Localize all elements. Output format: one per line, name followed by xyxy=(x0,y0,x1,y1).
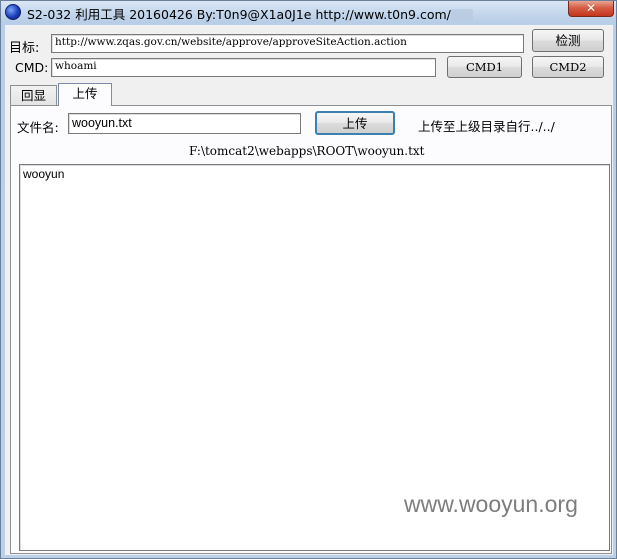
minimize-button[interactable] xyxy=(451,9,473,21)
upload-path: F:\tomcat2\webapps\ROOT\wooyun.txt xyxy=(189,144,425,158)
detect-button[interactable]: 检测 xyxy=(532,29,604,52)
upload-button[interactable]: 上传 xyxy=(315,111,395,135)
close-button[interactable]: ✕ xyxy=(568,1,614,17)
upload-tab-panel: 文件名: wooyun.txt 上传 上传至上级目录自行../../ F:\to… xyxy=(10,105,612,554)
output-text: wooyun xyxy=(23,167,65,181)
filename-label: 文件名: xyxy=(17,120,59,135)
window-title: S2-032 利用工具 20160426 By:T0n9@X1a0J1e htt… xyxy=(27,7,451,22)
tab-echo[interactable]: 回显 xyxy=(10,85,57,106)
app-icon xyxy=(5,4,21,20)
target-label: 目标: xyxy=(9,41,40,56)
cmd2-button[interactable]: CMD2 xyxy=(532,56,604,78)
cmd-label: CMD: xyxy=(15,60,49,75)
client-area: 目标: http://www.zqas.gov.cn/website/appro… xyxy=(5,25,613,555)
cmd1-button[interactable]: CMD1 xyxy=(447,56,522,78)
upload-hint: 上传至上级目录自行../../ xyxy=(418,119,555,134)
filename-input[interactable]: wooyun.txt xyxy=(68,113,301,134)
app-window: S2-032 利用工具 20160426 By:T0n9@X1a0J1e htt… xyxy=(0,0,617,559)
tab-upload[interactable]: 上传 xyxy=(58,83,112,106)
title-bar[interactable]: S2-032 利用工具 20160426 By:T0n9@X1a0J1e htt… xyxy=(1,1,616,23)
watermark: www.wooyun.org xyxy=(404,491,578,517)
target-url-input[interactable]: http://www.zqas.gov.cn/website/approve/a… xyxy=(51,34,524,53)
cmd-input[interactable]: whoami xyxy=(51,58,436,77)
